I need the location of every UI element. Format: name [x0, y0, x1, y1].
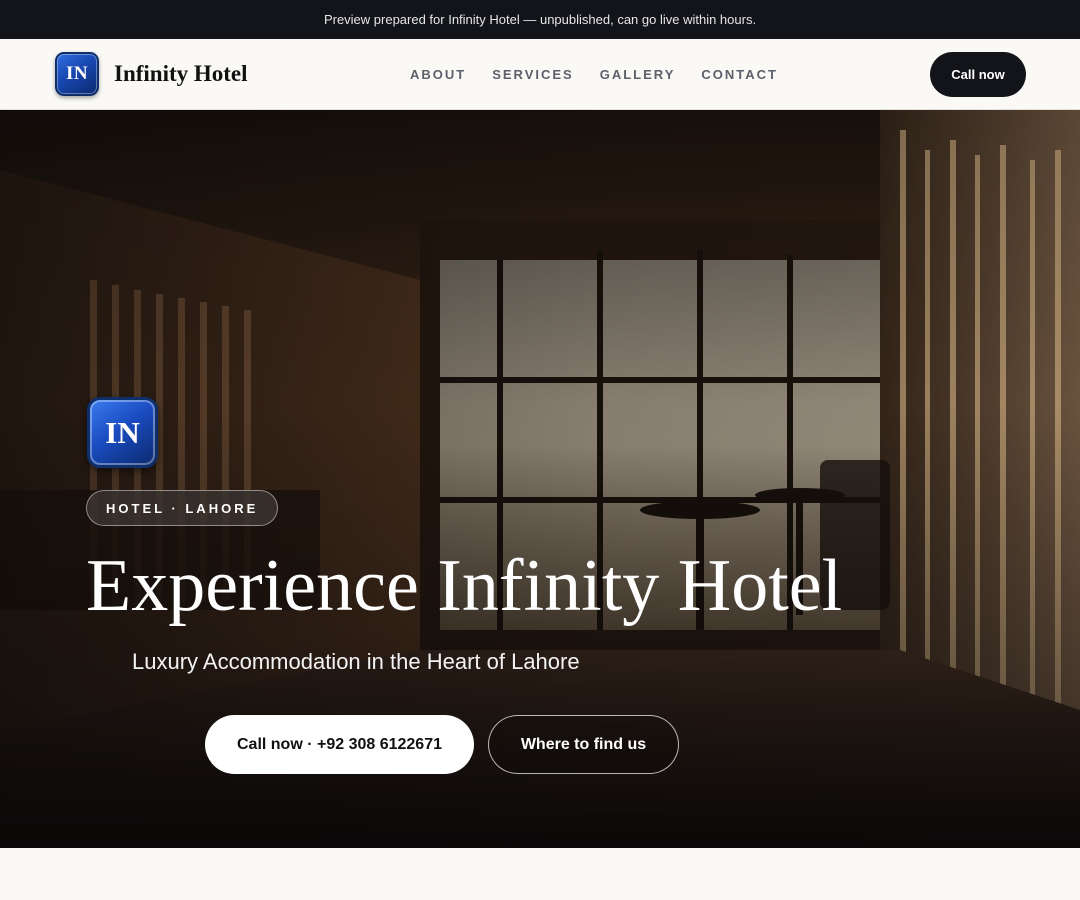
preview-banner: Preview prepared for Infinity Hotel — un… — [0, 0, 1080, 39]
nav-link-contact[interactable]: CONTACT — [701, 67, 778, 82]
next-section — [0, 848, 1080, 900]
logo-badge: IN — [55, 52, 99, 96]
header-call-button[interactable]: Call now — [930, 52, 1026, 97]
find-us-button[interactable]: Where to find us — [488, 715, 679, 774]
location-tag: HOTEL · LAHORE — [86, 490, 279, 526]
call-now-button[interactable]: Call now · +92 308 6122671 — [205, 715, 474, 774]
brand-name: Infinity Hotel — [114, 61, 248, 86]
hero-section: IN HOTEL · LAHORE Experience Infinity Ho… — [0, 110, 1080, 848]
preview-banner-text: Preview prepared for Infinity Hotel — un… — [323, 12, 757, 27]
nav-link-services[interactable]: SERVICES — [492, 67, 574, 82]
nav-link-gallery[interactable]: GALLERY — [600, 67, 676, 82]
hero-logo-badge: IN — [87, 397, 158, 468]
hero-subtitle: Luxury Accommodation in the Heart of Lah… — [132, 649, 580, 674]
hero-title: Experience Infinity Hotel — [86, 545, 843, 627]
nav-link-about[interactable]: ABOUT — [410, 67, 466, 82]
site-header: IN Infinity Hotel ABOUT SERVICES GALLERY… — [0, 39, 1080, 110]
brand[interactable]: IN Infinity Hotel — [55, 52, 248, 96]
main-nav: ABOUT SERVICES GALLERY CONTACT — [410, 39, 804, 109]
